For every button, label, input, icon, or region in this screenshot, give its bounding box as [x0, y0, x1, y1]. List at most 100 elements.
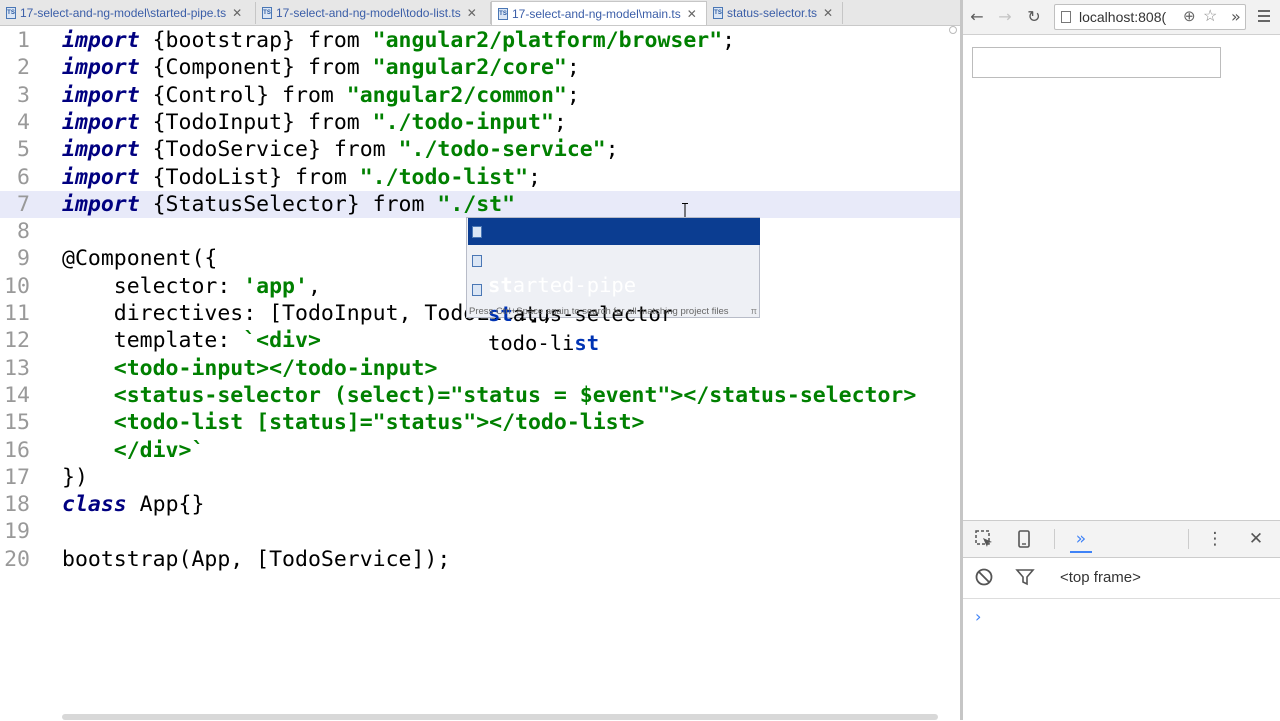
close-icon[interactable]: ✕ — [687, 7, 697, 21]
back-arrow-icon[interactable]: ← — [968, 8, 986, 26]
code-line[interactable]: 7 import {StatusSelector} from "./st" — [0, 190, 960, 218]
line-number: 12 — [4, 328, 30, 354]
tab-label: 17-select-and-ng-model\started-pipe.ts — [20, 6, 227, 20]
line-number: 6 — [17, 164, 30, 190]
editor-tab-bar: TS 17-select-and-ng-model\started-pipe.t… — [0, 0, 960, 26]
browser-toolbar: ← → ↻ localhost:808( ⊕ ☆ » — [963, 0, 1280, 35]
code-line[interactable]: 19 — [0, 518, 960, 545]
tab-started-pipe[interactable]: TS 17-select-and-ng-model\started-pipe.t… — [0, 2, 256, 24]
completion-label: todo-list — [488, 330, 599, 357]
tab-todo-list[interactable]: TS 17-select-and-ng-model\todo-list.ts ✕ — [256, 2, 491, 24]
line-text[interactable]: template: `<div> — [62, 327, 321, 354]
line-text[interactable]: }) — [62, 464, 88, 491]
typescript-file-icon: TS — [498, 7, 508, 20]
device-toolbar-icon[interactable] — [1013, 529, 1035, 549]
line-number: 4 — [17, 109, 30, 135]
code-line[interactable]: 20 bootstrap(App, [TodoService]); — [0, 546, 960, 573]
code-line[interactable]: 14 <status-selector (select)="status = $… — [0, 382, 960, 409]
line-text[interactable]: <todo-input></todo-input> — [62, 355, 438, 382]
filter-icon[interactable] — [1014, 567, 1036, 587]
browser-window: ← → ↻ localhost:808( ⊕ ☆ » » ⋮ ✕ <top fr… — [963, 0, 1280, 721]
line-text[interactable]: import {Component} from "angular2/core"; — [62, 54, 580, 81]
console-toolbar: <top frame> — [963, 558, 1280, 599]
typescript-file-icon — [472, 255, 482, 267]
completion-rest: todo-li — [488, 331, 575, 355]
line-number: 19 — [4, 519, 30, 545]
typescript-file-icon — [472, 284, 482, 296]
line-text[interactable]: import {bootstrap} from "angular2/platfo… — [62, 27, 735, 54]
code-line[interactable]: 18 class App{} — [0, 491, 960, 518]
pi-icon: π — [750, 306, 757, 316]
horizontal-scrollbar[interactable] — [62, 714, 938, 720]
clear-console-icon[interactable] — [973, 567, 995, 587]
code-line[interactable]: 16 </div>` — [0, 437, 960, 464]
console-prompt-icon[interactable]: › — [975, 607, 981, 626]
separator — [1054, 529, 1055, 549]
line-number: 1 — [17, 28, 30, 53]
line-number: 9 — [17, 246, 30, 272]
typescript-file-icon: TS — [713, 7, 723, 19]
code-line[interactable]: 5 import {TodoService} from "./todo-servi… — [0, 136, 960, 163]
line-text[interactable]: import {TodoList} from "./todo-list"; — [62, 164, 541, 191]
devtools-toolbar: » ⋮ ✕ — [963, 521, 1280, 558]
line-text[interactable]: </div>` — [62, 437, 205, 464]
completion-hint: Press Ctrl+Space again to search for all… — [469, 306, 729, 317]
line-number: 8 — [17, 219, 30, 245]
completion-match: st — [574, 331, 600, 355]
code-line[interactable]: 1 import {bootstrap} from "angular2/platf… — [0, 27, 960, 54]
completion-item-started-pipe[interactable]: started-pipe — [468, 218, 760, 297]
code-line[interactable]: 6 import {TodoList} from "./todo-list"; — [0, 164, 960, 191]
bookmark-star-icon[interactable]: ☆ — [1203, 5, 1217, 29]
line-text[interactable]: bootstrap(App, [TodoService]); — [62, 546, 450, 573]
line-text[interactable]: @Component({ — [62, 245, 217, 272]
forward-arrow-icon[interactable]: → — [996, 8, 1014, 26]
line-number: 14 — [4, 382, 30, 408]
line-number: 13 — [4, 355, 30, 381]
line-text[interactable]: selector: 'app', — [62, 273, 321, 300]
zoom-icon[interactable]: ⊕ — [1183, 5, 1196, 29]
close-icon[interactable]: ✕ — [232, 6, 242, 20]
close-icon[interactable]: ✕ — [467, 6, 477, 20]
completion-item-status-selector[interactable]: status-selector — [468, 247, 760, 326]
code-line[interactable]: 4 import {TodoInput} from "./todo-input"; — [0, 109, 960, 136]
code-line[interactable]: 15 <todo-list [status]="status"></todo-l… — [0, 409, 960, 436]
line-number: 18 — [4, 492, 30, 518]
line-number: 10 — [4, 273, 30, 299]
close-icon[interactable]: ✕ — [823, 6, 833, 20]
code-editor[interactable]: TS 17-select-and-ng-model\started-pipe.t… — [0, 0, 960, 720]
devtools-panel: » ⋮ ✕ <top frame> › — [963, 520, 1280, 721]
inspect-element-icon[interactable] — [973, 529, 995, 549]
extensions-chevron-icon[interactable]: » — [1231, 8, 1241, 26]
code-line[interactable]: 3 import {Control} from "angular2/common"… — [0, 82, 960, 109]
tab-label: status-selector.ts — [727, 6, 818, 20]
separator — [1188, 529, 1189, 549]
line-number: 17 — [4, 464, 30, 490]
line-text[interactable]: import {Control} from "angular2/common"; — [62, 82, 580, 109]
close-icon[interactable]: ✕ — [1245, 529, 1267, 549]
code-line[interactable]: 2 import {Component} from "angular2/core"… — [0, 54, 960, 81]
address-url: localhost:808( — [1079, 9, 1167, 25]
completion-item-todo-list[interactable]: todo-list — [468, 276, 760, 355]
tab-label: 17-select-and-ng-model\main.ts — [512, 6, 681, 21]
line-text[interactable]: class App{} — [62, 491, 204, 518]
address-bar[interactable]: localhost:808( ⊕ ☆ — [1054, 4, 1246, 30]
more-tabs-icon[interactable]: » — [1070, 529, 1092, 553]
line-text[interactable]: import {StatusSelector} from "./st" — [62, 191, 515, 218]
reload-icon[interactable]: ↻ — [1025, 8, 1043, 26]
line-number: 2 — [17, 55, 30, 81]
line-text[interactable]: <todo-list [status]="status"></todo-list… — [62, 409, 645, 436]
line-text[interactable]: import {TodoService} from "./todo-servic… — [62, 136, 619, 163]
line-text[interactable]: import {TodoInput} from "./todo-input"; — [62, 109, 567, 136]
tab-status-selector[interactable]: TS status-selector.ts ✕ — [707, 2, 843, 24]
todo-input-field[interactable] — [972, 47, 1221, 78]
autocomplete-popup[interactable]: started-pipe status-selector todo-list P… — [466, 217, 760, 355]
kebab-menu-icon[interactable]: ⋮ — [1204, 529, 1226, 549]
menu-icon[interactable] — [1257, 8, 1271, 24]
tab-label: 17-select-and-ng-model\todo-list.ts — [276, 6, 461, 20]
line-number: 5 — [17, 137, 30, 163]
frame-selector[interactable]: <top frame> — [1060, 569, 1141, 586]
code-line[interactable]: 17}) — [0, 464, 960, 491]
line-text[interactable]: <status-selector (select)="status = $eve… — [62, 382, 917, 409]
line-number: 11 — [4, 301, 30, 326]
tab-main[interactable]: TS 17-select-and-ng-model\main.ts ✕ — [491, 1, 707, 25]
